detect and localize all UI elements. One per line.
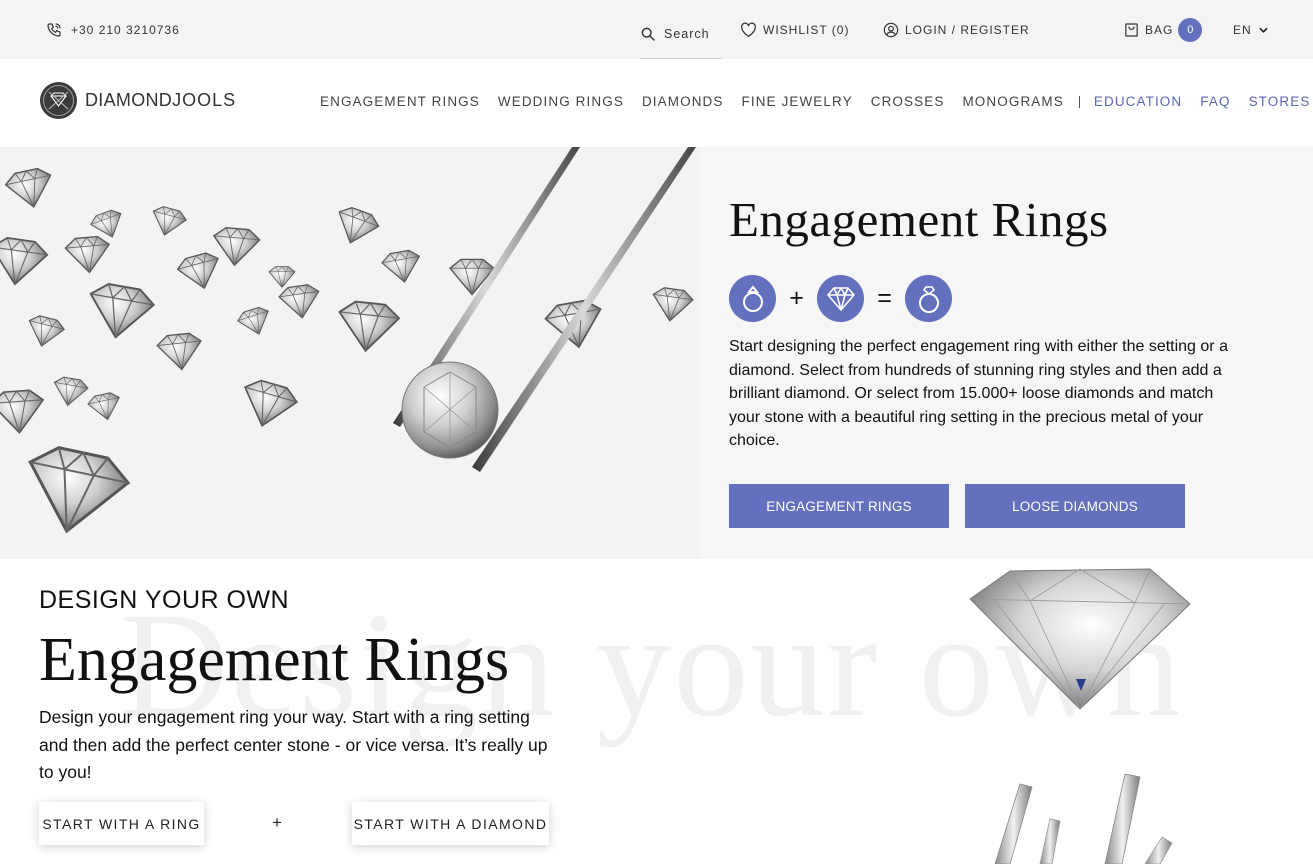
loose-diamonds-button[interactable]: LOOSE DIAMONDS	[965, 484, 1185, 528]
start-with-ring-button[interactable]: START WITH A RING	[39, 802, 204, 845]
site-header: DIAMONDJOOLS ENGAGEMENT RINGS WEDDING RI…	[0, 59, 1313, 147]
section-description: Design your engagement ring your way. St…	[39, 707, 548, 782]
bag-count-badge: 0	[1178, 17, 1203, 42]
shopping-bag-icon	[1124, 22, 1139, 38]
logo-mark-icon	[40, 82, 77, 119]
diamonds-tweezers-image	[0, 147, 700, 559]
diamond-icon	[817, 275, 864, 322]
nav-monograms[interactable]: MONOGRAMS	[962, 94, 1063, 109]
logo-word-diamond: DIAMOND	[85, 90, 173, 110]
hero-banner: Engagement Rings + = Start designing the…	[0, 147, 1313, 559]
top-utility-bar: +30 210 3210736 Search WISHLIST (0) LOGI…	[0, 0, 1313, 59]
design-your-own-section: Design your own DESIGN YOUR OWN Engageme…	[0, 559, 1313, 864]
language-selector[interactable]: EN	[1233, 0, 1268, 59]
choice-plus: +	[272, 813, 282, 832]
phone-icon	[46, 22, 62, 38]
start-with-diamond-button[interactable]: START WITH A DIAMOND	[352, 802, 549, 845]
logo-word-jools: JOOLS	[172, 90, 237, 110]
logo-wordmark: DIAMONDJOOLS	[85, 90, 236, 111]
nav-education[interactable]: EDUCATION	[1094, 94, 1182, 109]
nav-faq[interactable]: FAQ	[1200, 94, 1230, 109]
section-kicker: DESIGN YOUR OWN	[39, 586, 290, 614]
search-label: Search	[664, 27, 710, 41]
login-register-link[interactable]: LOGIN / REGISTER	[883, 0, 1030, 59]
ring-formula: + =	[729, 275, 952, 322]
hero-description: Start designing the perfect engagement r…	[729, 338, 1228, 450]
main-navigation: ENGAGEMENT RINGS WEDDING RINGS DIAMONDS …	[320, 94, 1313, 109]
nav-crosses[interactable]: CROSSES	[871, 94, 945, 109]
phone-number: +30 210 3210736	[71, 22, 180, 37]
nav-fine-jewelry[interactable]: FINE JEWELRY	[742, 94, 853, 109]
chevron-down-icon	[1259, 27, 1268, 33]
user-circle-icon	[883, 22, 899, 38]
wishlist-link[interactable]: WISHLIST (0)	[740, 0, 849, 59]
phone-link[interactable]: +30 210 3210736	[46, 0, 180, 59]
nav-diamonds[interactable]: DIAMONDS	[642, 94, 724, 109]
ring-icon	[729, 275, 776, 322]
language-label: EN	[1233, 22, 1252, 37]
section-title: Engagement Rings	[39, 626, 510, 694]
bag-label: BAG	[1145, 22, 1174, 37]
heart-icon	[740, 22, 757, 38]
search-input[interactable]: Search	[640, 0, 722, 59]
diamond-and-setting-image	[969, 568, 1191, 864]
nav-engagement-rings[interactable]: ENGAGEMENT RINGS	[320, 94, 480, 109]
formula-equals: =	[877, 284, 892, 312]
wishlist-label: WISHLIST (0)	[763, 22, 850, 37]
nav-divider	[1078, 95, 1080, 108]
formula-plus: +	[789, 284, 804, 312]
search-icon	[640, 26, 656, 42]
nav-wedding-rings[interactable]: WEDDING RINGS	[498, 94, 624, 109]
login-register-label: LOGIN / REGISTER	[905, 22, 1030, 37]
bag-link[interactable]: BAG 0	[1124, 0, 1203, 59]
site-logo[interactable]: DIAMONDJOOLS	[40, 82, 236, 119]
hero-title: Engagement Rings	[729, 192, 1109, 247]
diamond-ring-icon	[905, 275, 952, 322]
engagement-rings-button[interactable]: ENGAGEMENT RINGS	[729, 484, 949, 528]
nav-stores[interactable]: STORES	[1249, 94, 1311, 109]
